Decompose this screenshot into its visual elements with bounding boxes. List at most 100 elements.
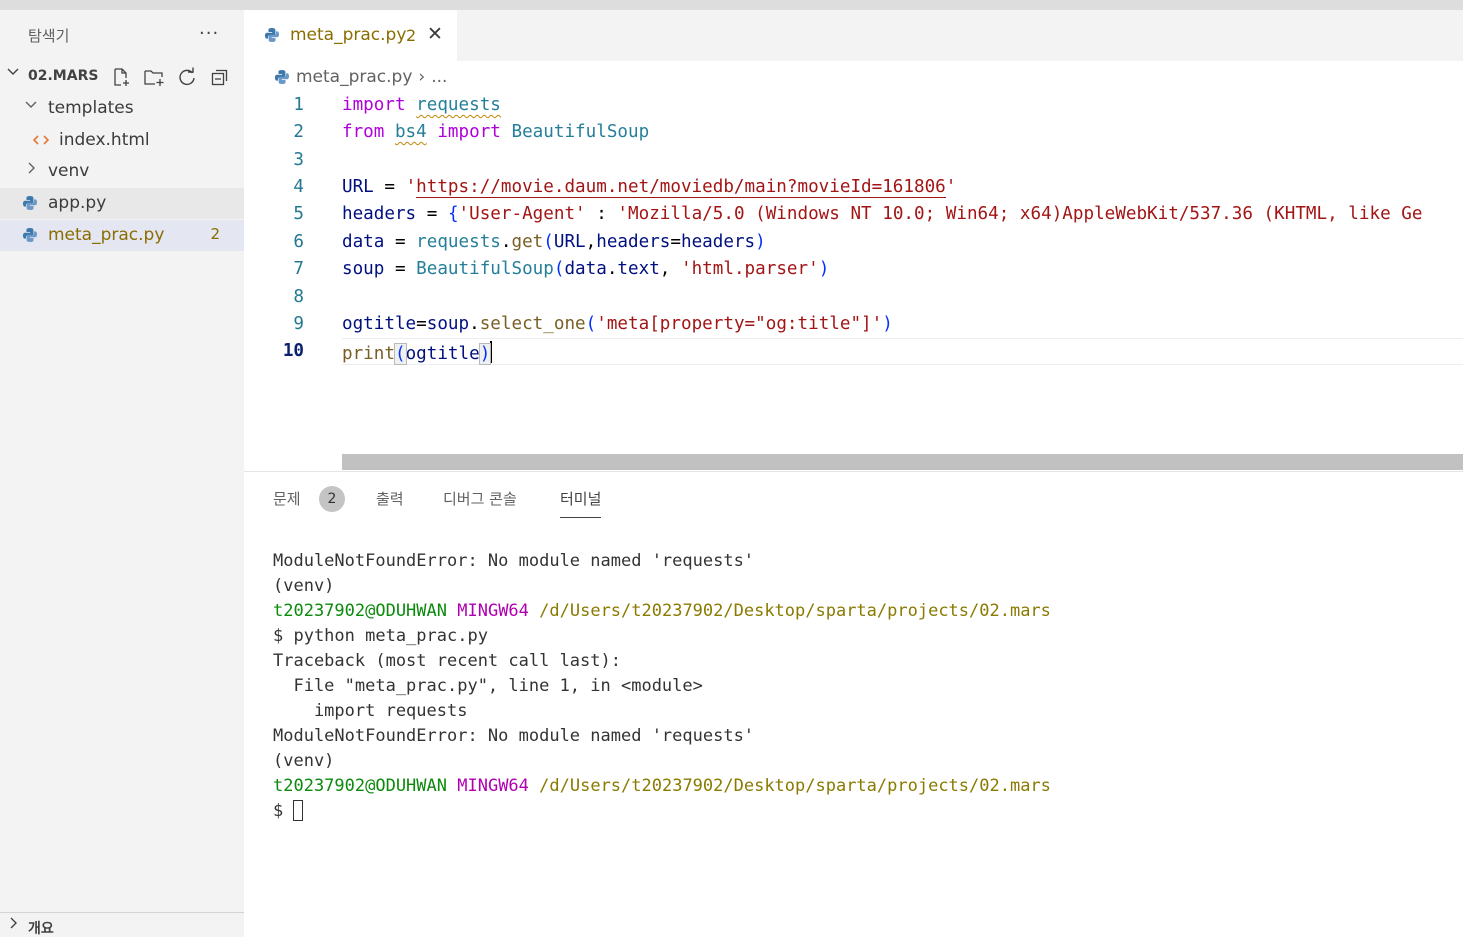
terminal-input-line[interactable]: $: [273, 799, 1051, 824]
line-number: 9: [293, 314, 304, 334]
text-cursor: [490, 341, 493, 363]
code-token: URL: [342, 177, 374, 197]
tree-item-label: templates: [48, 98, 134, 118]
code-line: 7 soup = BeautifulSoup(data.text, 'html.…: [244, 256, 1463, 283]
line-number: 10: [282, 341, 304, 361]
code-line: 6 data = requests.get(URL,headers=header…: [244, 229, 1463, 256]
code-token: headers: [596, 232, 671, 252]
tab-debug-console[interactable]: 디버그 콘솔: [443, 488, 517, 509]
code-token: 'meta[property="og:title"]': [596, 314, 883, 334]
line-number: 3: [293, 150, 304, 170]
code-line: 8: [244, 284, 1463, 311]
code-token: headers: [342, 204, 417, 224]
window-top-bar: [0, 0, 1463, 10]
tree-item-label: app.py: [48, 193, 107, 213]
line-number: 8: [293, 287, 304, 307]
breadcrumb-more[interactable]: ...: [431, 67, 447, 87]
tab-meta-prac-py[interactable]: meta_prac.py 2 ✕: [244, 10, 457, 61]
code-line: 1 import requests: [244, 92, 1463, 119]
terminal-line: import requests: [273, 701, 468, 721]
python-file-icon: [274, 69, 290, 85]
python-file-icon: [264, 27, 280, 47]
new-file-icon[interactable]: [110, 66, 132, 88]
tab-output[interactable]: 출력: [376, 488, 404, 509]
tree-item-label: venv: [48, 161, 90, 181]
code-token: .: [606, 259, 618, 279]
outline-title: 개요: [28, 921, 54, 937]
tree-item-label: meta_prac.py: [48, 225, 165, 245]
more-actions-icon[interactable]: ···: [199, 23, 219, 44]
code-token: .: [469, 314, 480, 334]
tree-item-app-py[interactable]: app.py: [0, 188, 244, 219]
terminal-output[interactable]: ModuleNotFoundError: No module named 're…: [273, 549, 1051, 824]
tree-item-venv[interactable]: venv: [0, 156, 244, 187]
refresh-icon[interactable]: [176, 66, 198, 88]
tab-problems[interactable]: 문제: [273, 488, 301, 509]
tree-item-meta-prac-py[interactable]: meta_prac.py 2: [0, 220, 244, 251]
code-line: 4 URL = 'https://movie.daum.net/moviedb/…: [244, 174, 1463, 201]
code-editor[interactable]: 1 import requests 2 from bs4 import Beau…: [244, 92, 1463, 454]
code-token: text: [617, 259, 660, 279]
code-token: {: [447, 204, 459, 224]
code-line: 3: [244, 147, 1463, 174]
terminal-prompt-line: t20237902@ODUHWAN MINGW64 /d/Users/t2023…: [273, 599, 1051, 624]
chevron-right-icon: [8, 916, 20, 934]
terminal-path: /d/Users/t20237902/Desktop/sparta/projec…: [539, 601, 1051, 621]
terminal-system: MINGW64: [457, 601, 529, 621]
tree-item-templates[interactable]: templates: [0, 93, 244, 124]
new-folder-icon[interactable]: [143, 66, 165, 88]
line-number: 7: [293, 259, 304, 279]
code-token: (: [553, 259, 565, 279]
terminal-line: ModuleNotFoundError: No module named 're…: [273, 726, 755, 746]
code-token: get: [511, 232, 544, 252]
terminal-cursor: [293, 800, 304, 821]
tab-terminal[interactable]: 터미널: [560, 488, 602, 518]
code-token: =: [670, 232, 681, 252]
collapse-all-icon[interactable]: [209, 66, 231, 88]
code-token: requests: [416, 232, 501, 252]
terminal-line: Traceback (most recent call last):: [273, 651, 621, 671]
horizontal-scrollbar[interactable]: [342, 454, 1463, 470]
code-token: ': [945, 177, 957, 197]
code-url-link[interactable]: https://movie.daum.net/moviedb/main?movi…: [416, 177, 946, 198]
close-icon[interactable]: ✕: [427, 23, 443, 45]
code-token: .: [500, 232, 512, 252]
code-token: ): [755, 232, 766, 252]
code-token: 'Mozilla/5.0 (Windows NT 10.0; Win64; x6…: [617, 204, 1423, 224]
chevron-down-icon: [24, 97, 38, 116]
code-token: import: [437, 122, 501, 142]
tab-label: meta_prac.py: [290, 25, 407, 45]
terminal-system: MINGW64: [457, 776, 529, 796]
code-token: print: [342, 344, 395, 364]
tree-item-index-html[interactable]: index.html: [0, 125, 244, 156]
code-token: select_one: [479, 314, 586, 334]
terminal-line: (venv): [273, 576, 335, 596]
breadcrumb-file[interactable]: meta_prac.py: [296, 67, 412, 87]
code-token: ): [818, 259, 830, 279]
line-number: 5: [293, 204, 304, 224]
python-file-icon: [22, 195, 38, 211]
line-number: 2: [293, 122, 304, 142]
workspace-folder-name: 02.MARS: [28, 68, 99, 84]
code-token: (: [543, 232, 554, 252]
code-line: 9 ogtitle=soup.select_one('meta[property…: [244, 311, 1463, 338]
terminal-user: t20237902@ODUHWAN: [273, 776, 447, 796]
code-token: =: [384, 259, 417, 279]
explorer-sidebar: 탐색기 ··· 02.MARS templates index.html ven…: [0, 10, 244, 937]
breadcrumb: meta_prac.py › ...: [274, 66, 447, 88]
code-token: (: [394, 343, 407, 365]
code-token: 'User-Agent': [458, 204, 586, 224]
code-token: 'html.parser': [680, 259, 819, 279]
code-token: ): [478, 343, 492, 365]
code-token: ': [405, 177, 417, 197]
workspace-folder-header[interactable]: 02.MARS: [0, 64, 244, 90]
code-token: from: [342, 122, 385, 142]
terminal-path: /d/Users/t20237902/Desktop/sparta/projec…: [539, 776, 1051, 796]
explorer-title: 탐색기: [28, 27, 70, 45]
code-token: ogtitle: [405, 344, 480, 364]
code-token: soup: [342, 259, 385, 279]
outline-section-header[interactable]: 개요: [0, 912, 244, 938]
code-token: ,: [585, 232, 597, 252]
code-line: 2 from bs4 import BeautifulSoup: [244, 119, 1463, 146]
code-token: headers: [681, 232, 756, 252]
